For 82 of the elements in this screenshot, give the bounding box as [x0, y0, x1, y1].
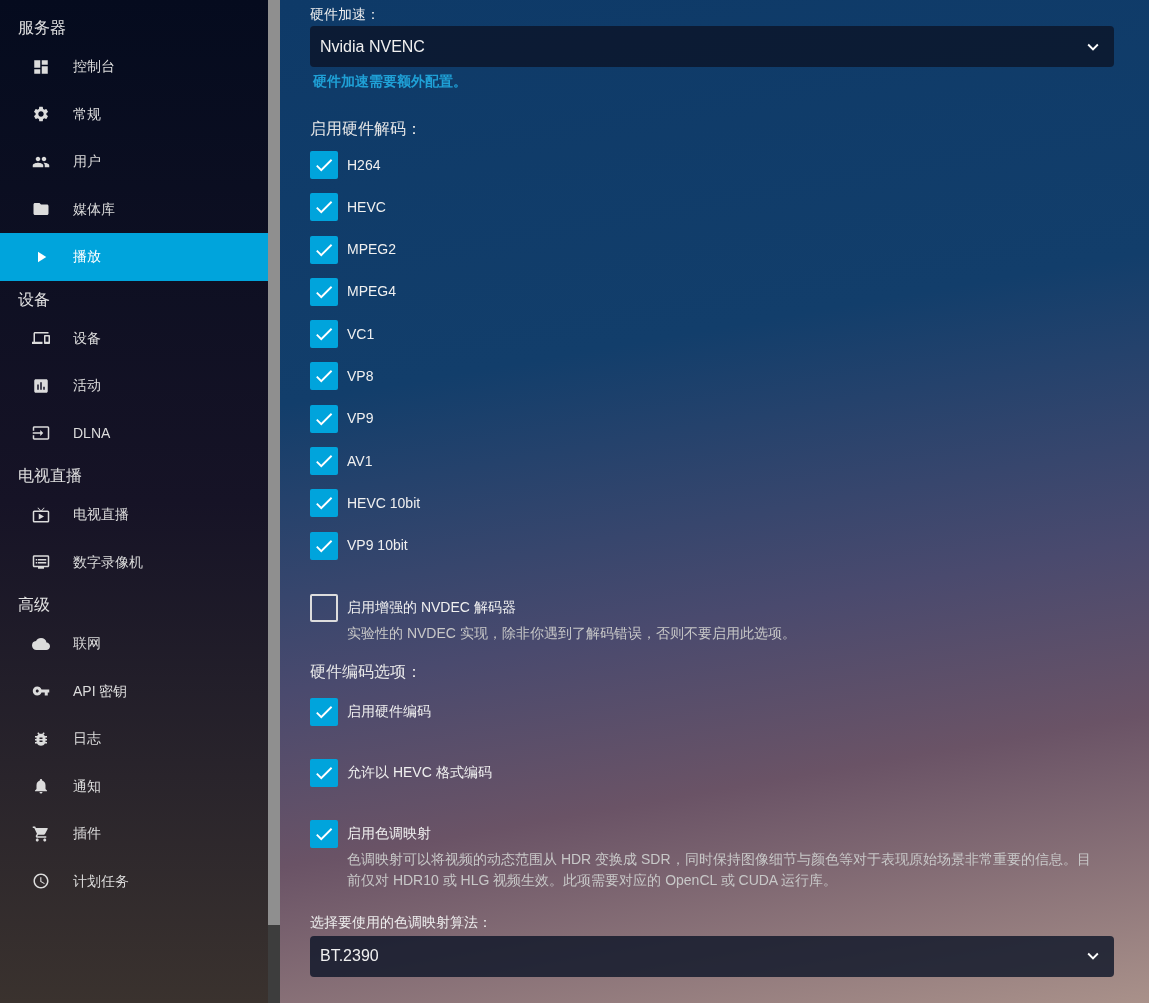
checkbox[interactable] — [310, 404, 338, 433]
sidebar-item-label: 数字录像机 — [73, 552, 143, 572]
sidebar-item[interactable]: 设备 — [0, 314, 268, 362]
checkbox-label: H264 — [347, 155, 381, 175]
sidebar-item-label: API 密钥 — [73, 681, 128, 701]
checkbox-label: 启用色调映射 — [347, 824, 431, 844]
section-heading: 电视直播 — [17, 466, 83, 486]
section-heading: 设备 — [17, 289, 51, 310]
section-heading: 服务器 — [17, 18, 67, 38]
checkbox-label: MPEG2 — [347, 240, 396, 260]
field-label: 硬件加速： — [310, 5, 381, 24]
sidebar-item-label: 常规 — [73, 104, 101, 124]
sidebar-item[interactable]: 控制台 — [0, 43, 268, 91]
checkbox[interactable] — [310, 531, 338, 560]
sidebar-item[interactable]: 插件 — [0, 810, 268, 858]
checkbox[interactable] — [310, 447, 338, 476]
settings-icon — [32, 105, 50, 124]
section-heading: 高级 — [17, 595, 51, 615]
checkbox[interactable] — [310, 320, 338, 349]
help-link[interactable]: 硬件加速需要额外配置。 — [313, 71, 1149, 93]
sidebar-item[interactable]: 活动 — [0, 362, 268, 410]
sidebar-item-label: DLNA — [73, 423, 111, 443]
bell-icon — [32, 777, 50, 796]
clock-icon — [32, 872, 50, 891]
sidebar-item[interactable]: DLNA — [0, 409, 268, 457]
checkbox-label: HEVC 10bit — [347, 493, 421, 513]
checkbox[interactable] — [310, 489, 338, 518]
sidebar-item-label: 媒体库 — [73, 199, 115, 219]
checkbox[interactable] — [310, 193, 338, 222]
sidebar-item-label: 活动 — [73, 376, 101, 396]
select-field[interactable]: BT.2390 — [310, 935, 1114, 977]
checkbox-label: VC1 — [347, 324, 375, 344]
checkbox-label: AV1 — [347, 451, 373, 471]
checkbox-label: MPEG4 — [347, 282, 396, 302]
select-field[interactable]: Nvidia NVENC — [310, 26, 1114, 67]
sidebar-item-label: 通知 — [73, 776, 101, 796]
sidebar-item[interactable]: 常规 — [0, 90, 268, 138]
option-description: 实验性的 NVDEC 实现，除非你遇到了解码错误，否则不要启用此选项。 — [347, 623, 797, 643]
checkbox-label: 启用硬件编码 — [347, 702, 431, 722]
cart-icon — [32, 824, 50, 843]
checkbox[interactable] — [310, 151, 338, 179]
sidebar-item-label: 用户 — [73, 152, 101, 172]
option-description: 色调映射可以将视频的动态范围从 HDR 变换成 SDR，同时保持图像细节与颜色等对于表现原始场景非常重要的信息。目前仅对 HDR10 或 HLG 视频生效。此项需要对应的 OpenCL 或 CUDA 运行库。 — [347, 849, 1092, 890]
checkbox[interactable] — [310, 819, 338, 848]
checkbox[interactable] — [310, 362, 338, 391]
checkbox-label: VP9 — [347, 409, 374, 429]
checkbox[interactable] — [310, 277, 338, 306]
sidebar-item[interactable]: 用户 — [0, 138, 268, 186]
checkbox[interactable] — [310, 235, 338, 264]
sidebar-item-label: 控制台 — [73, 57, 115, 77]
checkbox[interactable] — [310, 697, 338, 726]
section-heading: 启用硬件解码： — [310, 119, 423, 139]
sidebar-item[interactable]: 媒体库 — [0, 185, 268, 233]
sidebar-item[interactable]: 数字录像机 — [0, 538, 268, 586]
sidebar-item-label: 播放 — [73, 247, 101, 267]
sidebar-item[interactable]: 计划任务 — [0, 857, 268, 905]
sidebar-item[interactable]: 电视直播 — [0, 491, 268, 539]
checkbox-label: 允许以 HEVC 格式编码 — [347, 763, 492, 783]
checkbox-label: HEVC — [347, 197, 386, 217]
field-label: 选择要使用的色调映射算法： — [310, 912, 493, 932]
sidebar-item[interactable]: 通知 — [0, 762, 268, 810]
sidebar-item[interactable]: 联网 — [0, 620, 268, 668]
sidebar-item-label: 日志 — [73, 729, 101, 749]
tv-icon — [32, 505, 50, 524]
sidebar-item[interactable]: API 密钥 — [0, 667, 268, 715]
sidebar-item[interactable]: 日志 — [0, 715, 268, 763]
sidebar-item-label: 插件 — [73, 824, 101, 844]
section-heading: 硬件编码选项： — [310, 661, 423, 682]
dashboard-icon — [32, 57, 50, 76]
sidebar-item-label: 电视直播 — [73, 505, 129, 525]
checkbox-label: 启用增强的 NVDEC 解码器 — [347, 598, 516, 618]
input-arrow-icon — [32, 424, 50, 443]
sidebar-item-label: 设备 — [73, 328, 101, 348]
checkbox[interactable] — [310, 758, 338, 787]
checkbox[interactable] — [310, 593, 338, 622]
sidebar-item-label: 计划任务 — [73, 871, 129, 891]
bug-icon — [32, 729, 50, 748]
monitor-icon — [32, 553, 50, 572]
bar-chart-icon — [32, 376, 50, 395]
checkbox-label: VP8 — [347, 367, 374, 386]
sidebar-item-label: 联网 — [73, 634, 101, 654]
checkbox-label: VP9 10bit — [347, 536, 408, 556]
